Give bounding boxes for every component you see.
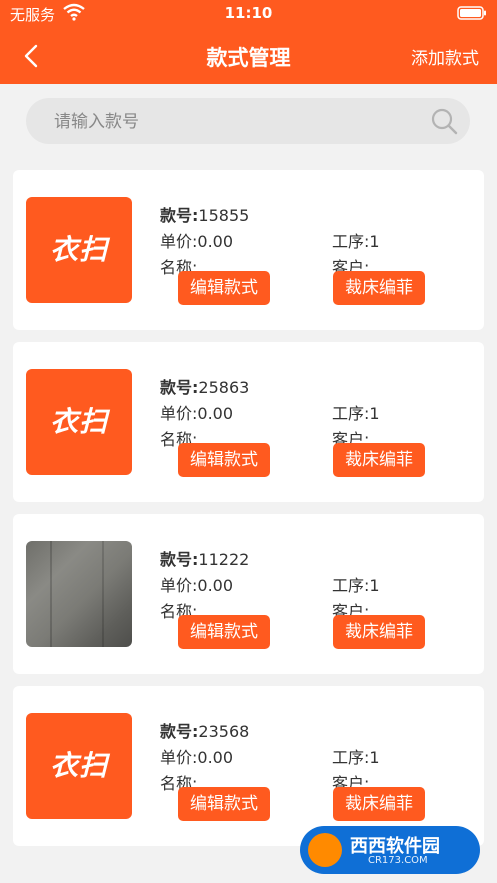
process-label: 工序: — [332, 404, 370, 423]
style-card[interactable]: 款号:11222 单价:0.00 名称: 工序:1 客户: 编辑款式 裁床编菲 — [13, 514, 484, 674]
logo-text: 衣扫 — [49, 233, 108, 266]
price-label: 单价: — [160, 404, 198, 423]
process-field: 工序:1 — [332, 744, 380, 768]
code-field: 款号:25863 — [160, 374, 249, 398]
process-label: 工序: — [332, 576, 370, 595]
style-card[interactable]: 衣扫 款号:23568 单价:0.00 名称: 工序:1 客户: 编辑款式 裁床… — [13, 686, 484, 846]
code-value: 15855 — [198, 206, 250, 225]
price-label: 单价: — [160, 576, 198, 595]
style-card[interactable]: 衣扫 款号:25863 单价:0.00 名称: 工序:1 客户: 编辑款式 裁床… — [13, 342, 484, 502]
cut-bed-button[interactable]: 裁床编菲 — [333, 787, 425, 821]
price-label: 单价: — [160, 748, 198, 767]
process-value: 1 — [369, 404, 380, 423]
code-field: 款号:23568 — [160, 718, 249, 742]
logo-text: 衣扫 — [49, 749, 108, 782]
style-thumbnail: 衣扫 — [26, 713, 132, 819]
battery-icon — [457, 6, 487, 24]
search-icon[interactable] — [430, 107, 458, 135]
code-value: 23568 — [198, 722, 250, 741]
edit-style-button[interactable]: 编辑款式 — [178, 271, 270, 305]
process-value: 1 — [369, 576, 380, 595]
style-thumbnail: 衣扫 — [26, 369, 132, 475]
style-photo — [26, 541, 132, 647]
style-card[interactable]: 衣扫 款号:15855 单价:0.00 名称: 工序:1 客户: 编辑款式 裁床… — [13, 170, 484, 330]
edit-style-button[interactable]: 编辑款式 — [178, 615, 270, 649]
price-field: 单价:0.00 — [160, 400, 233, 424]
watermark-logo: 西西软件园 CR173.COM — [300, 826, 480, 874]
code-label: 款号: — [160, 550, 199, 569]
status-bar: 无服务 11:10 — [0, 0, 497, 28]
code-field: 款号:15855 — [160, 202, 249, 226]
logo-text: 衣扫 — [49, 405, 108, 438]
watermark-subtext: CR173.COM — [368, 855, 428, 866]
price-label: 单价: — [160, 232, 198, 251]
edit-style-button[interactable]: 编辑款式 — [178, 787, 270, 821]
process-field: 工序:1 — [332, 572, 380, 596]
add-style-button[interactable]: 添加款式 — [411, 44, 479, 69]
price-value: 0.00 — [197, 576, 234, 595]
code-field: 款号:11222 — [160, 546, 249, 570]
price-value: 0.00 — [197, 404, 234, 423]
code-value: 25863 — [198, 378, 250, 397]
cut-bed-button[interactable]: 裁床编菲 — [333, 615, 425, 649]
price-value: 0.00 — [197, 748, 234, 767]
clock: 11:10 — [224, 4, 273, 22]
cut-bed-button[interactable]: 裁床编菲 — [333, 443, 425, 477]
process-field: 工序:1 — [332, 228, 380, 252]
price-field: 单价:0.00 — [160, 228, 233, 252]
code-label: 款号: — [160, 206, 199, 225]
price-value: 0.00 — [197, 232, 234, 251]
cut-bed-button[interactable]: 裁床编菲 — [333, 271, 425, 305]
code-label: 款号: — [160, 722, 199, 741]
edit-style-button[interactable]: 编辑款式 — [178, 443, 270, 477]
search-bar — [26, 98, 470, 146]
process-value: 1 — [369, 232, 380, 251]
code-value: 11222 — [198, 550, 250, 569]
process-label: 工序: — [332, 232, 370, 251]
search-input[interactable] — [52, 98, 426, 146]
code-label: 款号: — [160, 378, 199, 397]
process-label: 工序: — [332, 748, 370, 767]
price-field: 单价:0.00 — [160, 744, 233, 768]
price-field: 单价:0.00 — [160, 572, 233, 596]
style-thumbnail: 衣扫 — [26, 197, 132, 303]
process-field: 工序:1 — [332, 400, 380, 424]
style-list: 衣扫 款号:15855 单价:0.00 名称: 工序:1 客户: 编辑款式 裁床… — [13, 170, 484, 858]
watermark-icon — [308, 833, 342, 867]
nav-bar: 款式管理 添加款式 — [0, 28, 497, 84]
process-value: 1 — [369, 748, 380, 767]
